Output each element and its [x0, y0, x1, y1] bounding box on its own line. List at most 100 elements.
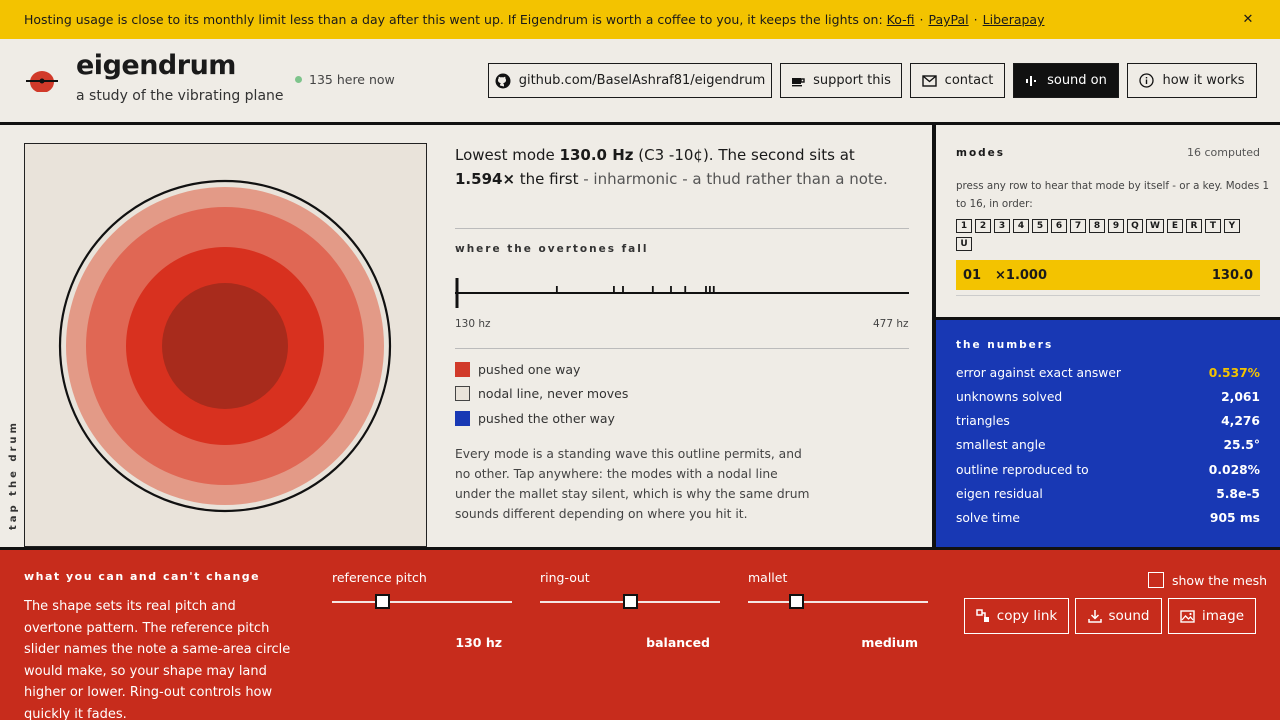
mode-key-r[interactable]: R: [1185, 219, 1202, 233]
stat-value: 0.028%: [1208, 463, 1260, 477]
mode-key-7[interactable]: 7: [1070, 219, 1086, 233]
header: eigendrum a study of the vibrating plane…: [0, 39, 1280, 122]
mode-row-selected[interactable]: 01 ×1.000 130.0: [956, 260, 1260, 290]
slider-track[interactable]: [332, 601, 512, 603]
tap-the-drum-label: tap the drum: [8, 420, 19, 530]
contact-button-label: contact: [944, 73, 994, 88]
mode-key-t[interactable]: T: [1204, 219, 1221, 233]
checkbox-icon[interactable]: [1148, 572, 1164, 588]
modes-heading: modes: [956, 147, 1006, 159]
stat-value: 4,276: [1221, 414, 1260, 428]
stat-row: solve time 905 ms: [956, 511, 1260, 525]
liberapay-link[interactable]: Liberapay: [983, 12, 1045, 27]
support-button[interactable]: support this: [780, 63, 902, 98]
support-button-label: support this: [813, 73, 891, 88]
drum-canvas[interactable]: [24, 143, 427, 547]
online-count: 135 here now: [295, 72, 395, 87]
controls-description: The shape sets its real pitch and overto…: [24, 599, 291, 720]
numbers-panel: the numbers error against exact answer 0.…: [936, 320, 1280, 550]
legend-nodal: nodal line, never moves: [455, 386, 628, 401]
sound-toggle-button[interactable]: sound on: [1013, 63, 1119, 98]
mode-key-3[interactable]: 3: [994, 219, 1010, 233]
slider-label: reference pitch: [332, 570, 427, 585]
reference-pitch-slider[interactable]: reference pitch 130 hz: [332, 570, 512, 650]
mallet-slider[interactable]: mallet medium: [748, 570, 928, 650]
stat-row: outline reproduced to 0.028%: [956, 463, 1260, 477]
github-icon: [495, 73, 511, 88]
github-button[interactable]: github.com/BaselAshraf81/eigendrum: [488, 63, 772, 98]
controls-heading: what you can and can't change: [24, 570, 261, 583]
mode-key-1[interactable]: 1: [956, 219, 972, 233]
mode-key-2[interactable]: 2: [975, 219, 991, 233]
ring-out-slider[interactable]: ring-out balanced: [540, 570, 720, 650]
overtone-max-label: 477 hz: [873, 318, 909, 330]
how-it-works-button[interactable]: how it works: [1127, 63, 1257, 98]
sound-toggle-label: sound on: [1047, 73, 1107, 88]
overtone-axis: [455, 278, 909, 308]
paypal-link[interactable]: PayPal: [929, 12, 969, 27]
mode-key-8[interactable]: 8: [1089, 219, 1105, 233]
divider: [455, 228, 909, 229]
show-mesh-toggle[interactable]: show the mesh: [1148, 572, 1267, 588]
online-count-text: 135 here now: [309, 72, 395, 87]
mode-row-next[interactable]: [956, 295, 1260, 305]
legend-swatch-negative: [455, 411, 470, 426]
slider-label: mallet: [748, 570, 788, 585]
github-button-label: github.com/BaselAshraf81/eigendrum: [518, 73, 766, 88]
banner-separator: ·: [973, 12, 978, 27]
stat-label: outline reproduced to: [956, 463, 1089, 477]
mode-key-q[interactable]: Q: [1127, 219, 1143, 233]
legend-positive-label: pushed one way: [478, 362, 581, 377]
show-mesh-label: show the mesh: [1172, 572, 1268, 588]
controls-panel: what you can and can't change The shape …: [0, 550, 1280, 720]
legend-nodal-label: nodal line, never moves: [478, 386, 629, 401]
legend-negative-label: pushed the other way: [478, 411, 615, 426]
mode-keys: 123456789QWERTY U: [956, 219, 1256, 251]
kofi-link[interactable]: Ko-fi: [887, 12, 915, 27]
stat-row: error against exact answer 0.537%: [956, 366, 1260, 380]
app-subtitle: a study of the vibrating plane: [76, 88, 284, 104]
stat-value: 0.537%: [1208, 366, 1260, 380]
slider-thumb[interactable]: [622, 594, 638, 609]
stat-value: 5.8e-5: [1216, 487, 1260, 501]
stat-row: smallest angle 25.5°: [956, 438, 1260, 452]
slider-value: balanced: [646, 635, 710, 650]
mode-key-5[interactable]: 5: [1032, 219, 1048, 233]
numbers-heading: the numbers: [956, 339, 1054, 351]
summary-verdict: - inharmonic - a thud rather than a note…: [578, 170, 888, 188]
slider-thumb[interactable]: [789, 594, 805, 609]
mode-key-9[interactable]: 9: [1108, 219, 1124, 233]
mode-key-e[interactable]: E: [1166, 219, 1183, 233]
legend-swatch-positive: [455, 362, 470, 377]
contact-button[interactable]: contact: [910, 63, 1005, 98]
mode-key-4[interactable]: 4: [1013, 219, 1029, 233]
stat-label: unknowns solved: [956, 390, 1063, 404]
legend-negative: pushed the other way: [455, 411, 615, 426]
download-image-label: image: [1201, 608, 1245, 624]
download-image-button[interactable]: image: [1168, 598, 1256, 634]
banner-message: Hosting usage is close to its monthly li…: [24, 12, 883, 27]
second-mode-ratio: 1.594×: [455, 170, 516, 188]
download-sound-button[interactable]: sound: [1075, 598, 1162, 634]
slider-track[interactable]: [748, 601, 928, 603]
copy-link-button[interactable]: copy link: [964, 598, 1069, 634]
mode-key-u[interactable]: U: [956, 237, 972, 251]
mode-key-6[interactable]: 6: [1051, 219, 1067, 233]
legend-positive: pushed one way: [455, 362, 580, 377]
slider-thumb[interactable]: [374, 594, 390, 609]
stat-value: 905 ms: [1209, 511, 1260, 525]
mode-key-y[interactable]: Y: [1223, 219, 1240, 233]
close-icon[interactable]: ✕: [1240, 12, 1256, 27]
mode-shape-plot[interactable]: [25, 144, 426, 546]
stat-label: triangles: [956, 414, 1010, 428]
modes-help: press any row to hear that mode by itsel…: [956, 180, 1270, 210]
mode-key-w[interactable]: W: [1146, 219, 1164, 233]
stat-label: smallest angle: [956, 438, 1046, 452]
stat-label: eigen residual: [956, 487, 1043, 501]
copy-link-label: copy link: [996, 608, 1058, 624]
slider-label: ring-out: [540, 570, 590, 585]
summary-part: the first: [515, 170, 579, 188]
mode-frequency: 130.0: [1211, 267, 1253, 283]
description-text: Every mode is a standing wave this outli…: [455, 447, 810, 521]
stat-row: eigen residual 5.8e-5: [956, 487, 1260, 501]
